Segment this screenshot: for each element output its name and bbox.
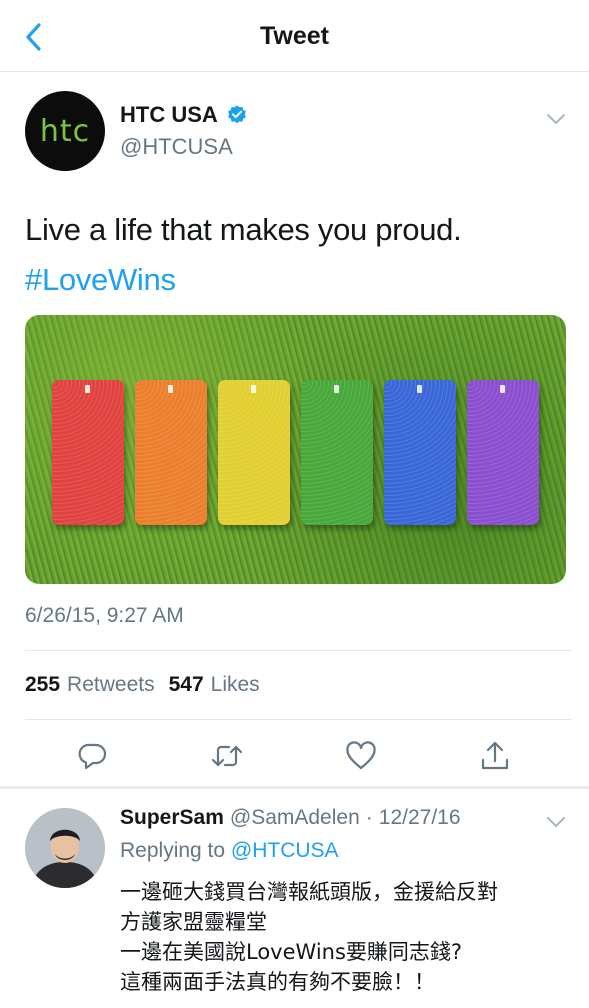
tweet-timestamp: 6/26/15, 9:27 AM [25,604,184,627]
replying-to-link[interactable]: @HTCUSA [231,839,339,862]
phone-case [135,380,207,525]
section-divider [0,786,589,789]
replying-to-prefix: Replying to [120,839,226,862]
reply-author-avatar[interactable] [25,808,105,888]
top-bar: Tweet [0,0,589,72]
separator-dot: · [365,806,373,829]
phone-case [384,380,456,525]
tweet-text: Live a life that makes you proud. [25,212,462,247]
reply-date: 12/27/16 [378,806,461,829]
tweet-actions-bar [0,736,589,776]
share-button[interactable] [475,736,515,776]
phone-case [52,380,124,525]
reply-author-name[interactable]: SuperSam [120,806,224,830]
reply-options-button[interactable] [545,811,567,833]
author-handle[interactable]: @HTCUSA [120,134,233,160]
page-title: Tweet [260,22,329,50]
tweet-media-image[interactable] [25,315,566,584]
reply-text-line: 方護家盟靈糧堂 [120,910,267,934]
likes-count: 547 [168,673,204,696]
share-icon [481,741,509,770]
retweets-stat[interactable]: 255 Retweets [25,673,155,697]
heart-icon [346,741,376,770]
like-button[interactable] [341,736,381,776]
chevron-down-icon [547,817,565,827]
reply-text-line: 這種兩面手法真的有夠不要臉！！ [120,970,435,994]
chevron-down-icon [547,114,565,124]
reply-button[interactable] [73,736,113,776]
reply-text-line: 一邊在美國說LoveWins要賺同志錢? [120,940,463,964]
htc-logo: htc [39,113,91,149]
author-avatar[interactable]: htc [25,91,105,171]
reply-header: SuperSam @SamAdelen · 12/27/16 [120,806,461,830]
likes-stat[interactable]: 547 Likes [169,673,260,697]
retweet-icon [211,745,243,767]
reply-author-handle[interactable]: @SamAdelen [230,806,360,830]
phone-case [467,380,539,525]
verified-badge-icon [227,105,246,124]
hashtag-link[interactable]: #LoveWins [25,262,176,298]
tweet-stats: 255 Retweets 547 Likes [25,673,260,697]
reply-icon [78,743,107,770]
retweets-label: Retweets [67,673,155,696]
divider [25,650,572,651]
retweet-button[interactable] [207,736,247,776]
reply-text-line: 一邊砸大錢買台灣報紙頭版，金援給反對 [120,880,498,904]
phone-case [301,380,373,525]
replying-to: Replying to @HTCUSA [120,839,339,863]
author-name[interactable]: HTC USA [120,102,218,128]
retweets-count: 255 [25,673,61,696]
phone-case [218,380,290,525]
tweet-options-button[interactable] [545,108,567,130]
profile-photo [25,808,105,888]
likes-label: Likes [210,673,260,696]
divider [25,719,572,720]
author-name-row[interactable]: HTC USA [120,102,248,128]
